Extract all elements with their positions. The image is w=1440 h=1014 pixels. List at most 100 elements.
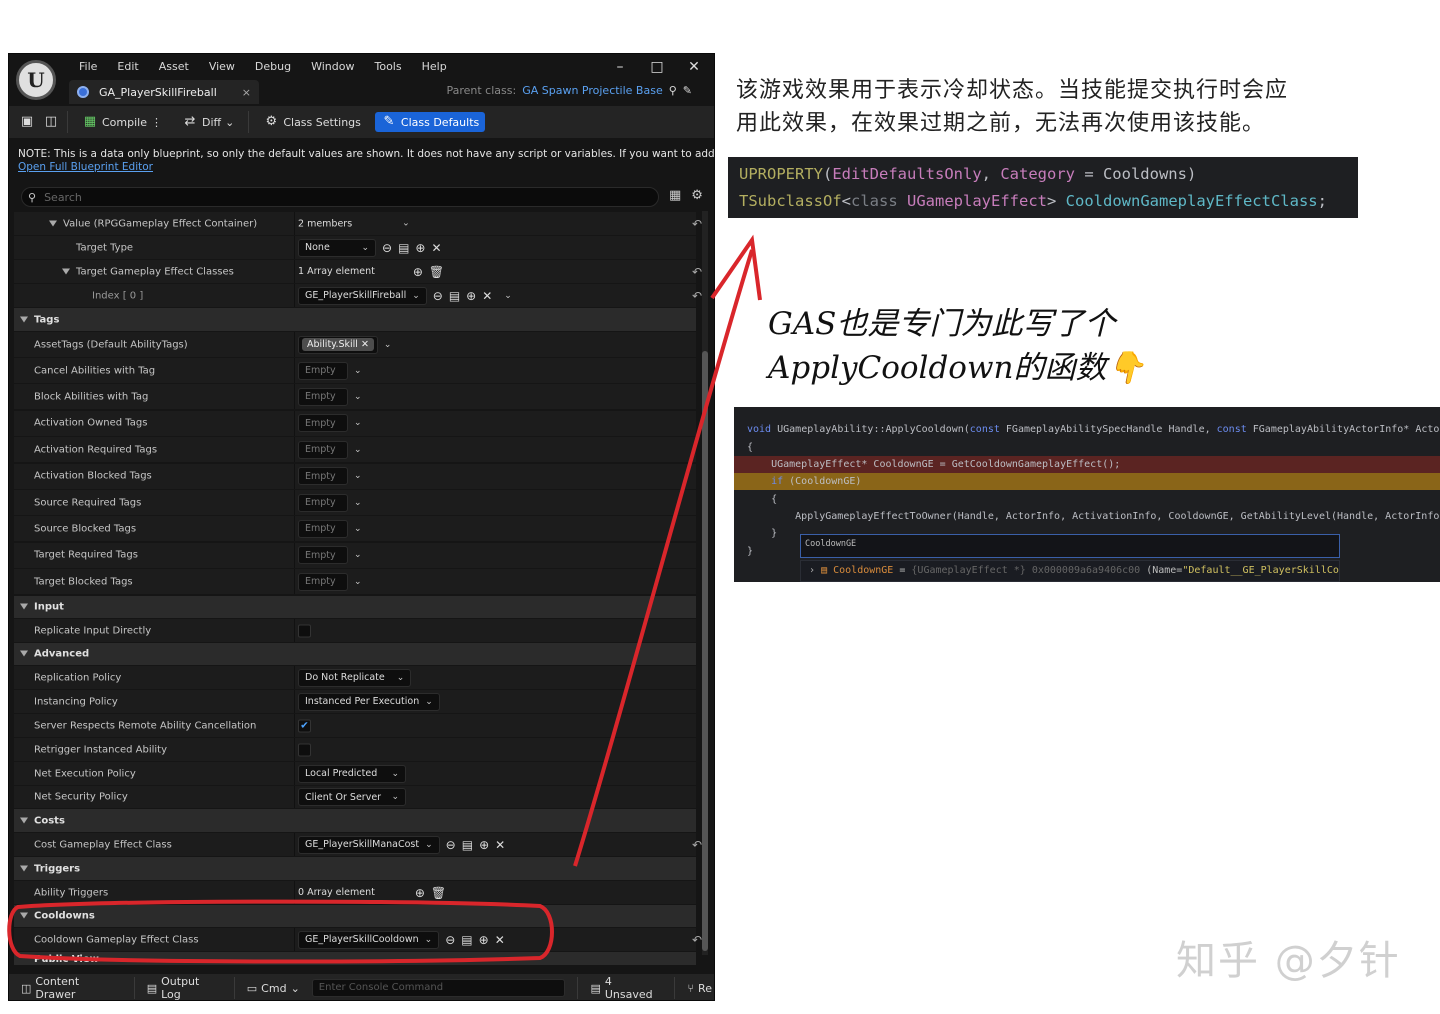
empty-tag-field[interactable]: Empty <box>298 440 348 459</box>
chevron-down-icon[interactable]: ⌄ <box>354 418 362 428</box>
clear-x-icon[interactable]: ✕ <box>495 934 505 946</box>
browse-folder-icon[interactable]: ▤ <box>398 242 409 254</box>
net-exec-dropdown[interactable]: Local Predicted ⌄ <box>298 764 406 783</box>
row-value-container[interactable]: Value (RPGGameplay Effect Container) 2 m… <box>14 212 702 236</box>
index0-dropdown[interactable]: GE_PlayerSkillFireball ⌄ <box>298 286 427 305</box>
use-selected-icon[interactable]: ⊖ <box>382 242 392 254</box>
trash-icon[interactable]: 🗑 <box>429 266 444 278</box>
maximize-icon[interactable]: □ <box>639 56 675 78</box>
empty-tag-field[interactable]: Empty <box>298 546 348 565</box>
replication-policy-dropdown[interactable]: Do Not Replicate ⌄ <box>298 668 412 687</box>
menu-asset[interactable]: Asset <box>149 58 199 76</box>
use-selected-icon[interactable]: ⊖ <box>445 934 455 946</box>
trash-icon[interactable]: 🗑 <box>431 887 446 899</box>
category-cooldowns[interactable]: Cooldowns <box>14 905 696 928</box>
menu-view[interactable]: View <box>199 58 245 76</box>
collapse-arrow-icon[interactable] <box>20 603 28 610</box>
empty-tag-field[interactable]: Empty <box>298 493 348 512</box>
empty-tag-field[interactable]: Empty <box>298 572 348 591</box>
row-target-effect-classes[interactable]: Target Gameplay Effect Classes 1 Array e… <box>14 260 702 284</box>
empty-tag-field[interactable]: Empty <box>298 519 348 538</box>
category-input[interactable]: Input <box>14 596 696 619</box>
menu-debug[interactable]: Debug <box>245 58 301 76</box>
collapse-arrow-icon[interactable] <box>20 865 28 871</box>
add-icon[interactable]: ⊕ <box>466 290 476 302</box>
collapse-arrow-icon[interactable] <box>20 817 28 823</box>
parent-class-link[interactable]: GA Spawn Projectile Base <box>522 84 663 97</box>
table-view-icon[interactable]: ▦ <box>669 188 681 203</box>
chevron-down-icon[interactable]: ⌄ <box>504 291 512 301</box>
reset-arrow-icon[interactable]: ↶ <box>692 838 702 852</box>
asset-tags-container[interactable]: Ability.Skill ✕ <box>298 335 378 354</box>
scrollbar-thumb[interactable] <box>702 351 708 951</box>
browse-folder-icon[interactable]: ▤ <box>462 839 473 851</box>
menu-help[interactable]: Help <box>412 58 457 76</box>
reset-arrow-icon[interactable]: ↶ <box>692 289 702 303</box>
open-full-editor-link[interactable]: Open Full Blueprint Editor <box>18 161 153 173</box>
add-icon[interactable]: ⊕ <box>479 934 489 946</box>
chevron-down-icon[interactable]: ⌄ <box>354 392 362 402</box>
chevron-down-icon[interactable]: ⌄ <box>354 550 362 560</box>
use-selected-icon[interactable]: ⊖ <box>446 839 456 851</box>
chevron-down-icon[interactable]: ⌄ <box>402 219 410 229</box>
class-settings-button[interactable]: ⚙ Class Settings <box>257 112 367 132</box>
reset-arrow-icon[interactable]: ↶ <box>692 933 702 947</box>
category-costs[interactable]: Costs <box>14 809 696 833</box>
expand-arrow-icon[interactable] <box>49 220 57 226</box>
compile-button[interactable]: ▦ Compile ⋮ <box>76 112 168 132</box>
tab-close-icon[interactable]: × <box>242 86 251 99</box>
empty-tag-field[interactable]: Empty <box>298 361 348 380</box>
empty-tag-field[interactable]: Empty <box>298 467 348 486</box>
watch-result-row[interactable]: › ▤ CooldownGE = {UGameplayEffect *} 0x0… <box>800 560 1340 582</box>
add-element-icon[interactable]: ⊕ <box>415 887 425 899</box>
collapse-arrow-icon[interactable] <box>20 912 28 919</box>
reset-arrow-icon[interactable]: ↶ <box>692 265 702 279</box>
unsaved-button[interactable]: ▤ 4 Unsaved <box>586 975 666 1000</box>
clear-x-icon[interactable]: ✕ <box>495 839 505 851</box>
output-log-button[interactable]: ▤ Output Log <box>143 975 226 1000</box>
chevron-down-icon[interactable]: ⌄ <box>354 577 362 587</box>
clear-x-icon[interactable]: ✕ <box>431 242 441 254</box>
server-respects-checkbox[interactable]: ✔ <box>298 719 311 732</box>
content-drawer-button[interactable]: ◫ Content Drawer <box>17 975 126 1000</box>
chevron-down-icon[interactable]: ⌄ <box>354 498 362 508</box>
target-type-dropdown[interactable]: None ⌄ <box>298 238 376 257</box>
compile-options-icon[interactable]: ⋮ <box>151 116 162 129</box>
replicate-input-checkbox[interactable] <box>298 624 311 637</box>
menu-file[interactable]: File <box>69 58 107 76</box>
chevron-down-icon[interactable]: ⌄ <box>354 471 362 481</box>
settings-gear-icon[interactable]: ⚙ <box>691 188 703 203</box>
browse-folder-icon[interactable]: ▤ <box>449 290 460 302</box>
search-icon[interactable]: ⚲ <box>669 84 677 97</box>
cost-class-dropdown[interactable]: GE_PlayerSkillManaCost ⌄ <box>298 835 440 854</box>
chevron-down-icon[interactable]: ⌄ <box>354 445 362 455</box>
browse-folder-icon[interactable]: ▤ <box>461 934 472 946</box>
empty-tag-field[interactable]: Empty <box>298 387 348 406</box>
menu-window[interactable]: Window <box>301 58 364 76</box>
close-window-icon[interactable]: ✕ <box>676 56 712 78</box>
chevron-down-icon[interactable]: ⌄ <box>354 366 362 376</box>
menu-edit[interactable]: Edit <box>107 58 148 76</box>
add-element-icon[interactable]: ⊕ <box>413 266 423 278</box>
chevron-down-icon[interactable]: ⌄ <box>354 524 362 534</box>
expand-arrow-icon[interactable] <box>62 268 70 274</box>
minimize-icon[interactable]: – <box>602 56 638 78</box>
revision-control-button[interactable]: ⑂ Re <box>683 982 714 995</box>
add-icon[interactable]: ⊕ <box>479 839 489 851</box>
save-icon[interactable]: ▣ <box>19 115 35 129</box>
edit-pencil-icon[interactable]: ✎ <box>683 84 692 97</box>
details-scrollbar[interactable] <box>702 211 708 955</box>
expand-arrow-icon[interactable]: › <box>809 565 815 576</box>
category-advanced[interactable]: Advanced <box>14 643 696 666</box>
details-search-input[interactable]: ⚲ Search <box>21 187 659 207</box>
category-tags[interactable]: Tags <box>14 308 696 332</box>
retrigger-checkbox[interactable] <box>298 743 311 756</box>
instancing-policy-dropdown[interactable]: Instanced Per Execution ⌄ <box>298 692 440 711</box>
use-selected-icon[interactable]: ⊖ <box>433 290 443 302</box>
category-triggers[interactable]: Triggers <box>14 857 696 881</box>
collapse-arrow-icon[interactable] <box>20 650 28 657</box>
clear-x-icon[interactable]: ✕ <box>482 290 492 302</box>
cmd-button[interactable]: ▭ Cmd ⌄ <box>243 982 304 995</box>
browse-asset-icon[interactable]: ◫ <box>43 115 59 129</box>
net-security-dropdown[interactable]: Client Or Server ⌄ <box>298 788 406 806</box>
